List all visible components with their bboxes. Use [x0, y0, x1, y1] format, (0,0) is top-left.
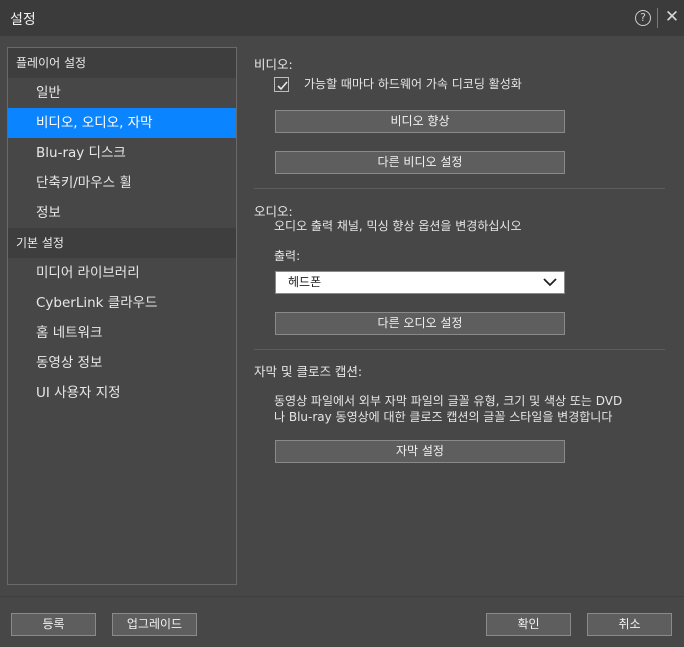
- sidebar-item-info[interactable]: 정보: [8, 198, 236, 228]
- audio-description: 오디오 출력 채널, 믹싱 향상 옵션을 변경하십시오: [274, 219, 522, 233]
- section-divider: [254, 349, 665, 350]
- subtitle-settings-button[interactable]: 자막 설정: [275, 440, 565, 463]
- checkmark-icon: [277, 81, 288, 91]
- audio-output-value: 헤드폰: [288, 275, 322, 289]
- settings-sidebar: 플레이어 설정 일반 비디오, 오디오, 자막 Blu-ray 디스크 단축키/…: [7, 47, 237, 585]
- sidebar-item-media-library[interactable]: 미디어 라이브러리: [8, 258, 236, 288]
- sidebar-item-bluray[interactable]: Blu-ray 디스크: [8, 138, 236, 168]
- cancel-button[interactable]: 취소: [587, 613, 672, 636]
- title-bar: 설정 ? ✕: [0, 0, 684, 36]
- upgrade-button[interactable]: 업그레이드: [112, 613, 197, 636]
- section-divider: [254, 188, 665, 189]
- chevron-down-icon: [543, 278, 557, 287]
- hw-decode-label: 가능할 때마다 하드웨어 가속 디코딩 활성화: [304, 77, 522, 91]
- sidebar-item-general[interactable]: 일반: [8, 78, 236, 108]
- sidebar-item-video-info[interactable]: 동영상 정보: [8, 348, 236, 378]
- footer-divider: [0, 596, 684, 597]
- sidebar-group-basic: 기본 설정: [8, 228, 236, 258]
- video-enhance-button[interactable]: 비디오 향상: [275, 110, 565, 133]
- register-button[interactable]: 등록: [11, 613, 96, 636]
- other-video-settings-button[interactable]: 다른 비디오 설정: [275, 151, 565, 174]
- ok-button[interactable]: 확인: [486, 613, 571, 636]
- video-section-label: 비디오:: [254, 57, 293, 72]
- output-label: 출력:: [274, 249, 301, 263]
- sidebar-item-ui-customize[interactable]: UI 사용자 지정: [8, 378, 236, 408]
- window-title: 설정: [10, 12, 36, 28]
- sidebar-item-home-network[interactable]: 홈 네트워크: [8, 318, 236, 348]
- sidebar-item-video-audio-subtitles[interactable]: 비디오, 오디오, 자막: [8, 108, 236, 138]
- other-audio-settings-button[interactable]: 다른 오디오 설정: [275, 312, 565, 335]
- sidebar-group-player: 플레이어 설정: [8, 48, 236, 78]
- subtitles-description-line2: 나 Blu-ray 동영상에 대한 클로즈 캡션의 글꼴 스타일을 변경합니다: [274, 410, 613, 424]
- hw-decode-checkbox[interactable]: [274, 77, 289, 92]
- subtitles-description-line1: 동영상 파일에서 외부 자막 파일의 글꼴 유형, 크기 및 색상 또는 DVD: [274, 394, 623, 408]
- title-bar-divider: [657, 8, 658, 28]
- close-icon[interactable]: ✕: [662, 6, 682, 28]
- audio-output-select[interactable]: 헤드폰: [275, 271, 565, 294]
- sidebar-item-shortcuts[interactable]: 단축키/마우스 휠: [8, 168, 236, 198]
- sidebar-item-cyberlink-cloud[interactable]: CyberLink 클라우드: [8, 288, 236, 318]
- subtitles-section-label: 자막 및 클로즈 캡션:: [254, 364, 363, 379]
- help-icon[interactable]: ?: [635, 10, 651, 26]
